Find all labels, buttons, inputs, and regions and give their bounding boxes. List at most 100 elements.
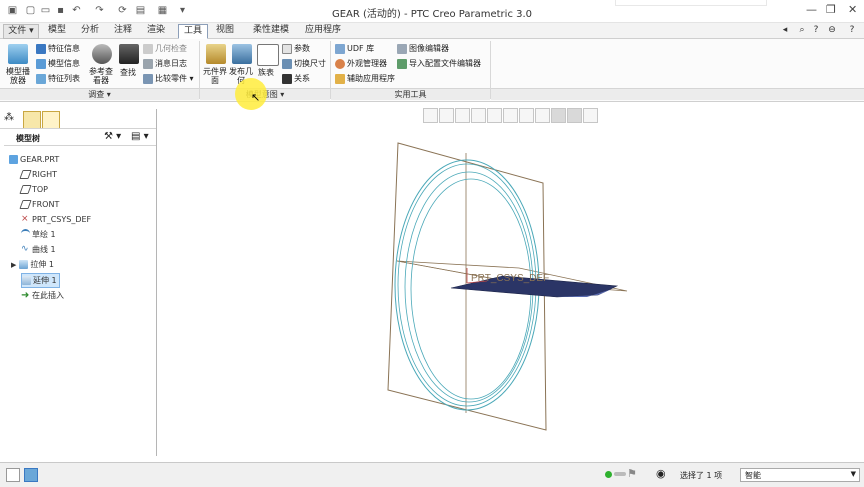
- publish-geometry-icon[interactable]: [232, 44, 252, 64]
- tab-render[interactable]: 渲染: [143, 24, 169, 37]
- annotation-display-icon[interactable]: [567, 108, 582, 123]
- datum-plane-icon: [19, 170, 32, 179]
- tree-item-insert-here[interactable]: ➜ 在此插入: [21, 289, 64, 302]
- model-tree-title: 模型树: [16, 134, 40, 143]
- import-config-editor-button[interactable]: 导入配置文件编辑器: [397, 58, 481, 69]
- binoculars-icon[interactable]: [119, 44, 139, 64]
- geometry-check-button[interactable]: 几何检查: [143, 43, 187, 54]
- tab-model[interactable]: 模型: [44, 24, 70, 37]
- display-icon[interactable]: ◂: [779, 24, 791, 37]
- minimize-icon[interactable]: —: [806, 3, 817, 16]
- tab-view[interactable]: 视图: [212, 24, 238, 37]
- relations-button[interactable]: 关系: [282, 73, 310, 84]
- refit-icon[interactable]: [423, 108, 438, 123]
- tree-item-right[interactable]: RIGHT: [19, 168, 58, 181]
- group-utilities[interactable]: 实用工具: [331, 88, 490, 100]
- perspective-icon[interactable]: [535, 108, 550, 123]
- tree-show-icon[interactable]: ▤ ▾: [131, 131, 149, 142]
- flag-icon[interactable]: ⚑: [627, 467, 637, 480]
- appearance-manager-button[interactable]: 外观管理器: [335, 58, 387, 69]
- find-button[interactable]: 查找: [120, 67, 136, 78]
- group-investigate[interactable]: 调查 ▾: [0, 88, 199, 100]
- button-label: 导入配置文件编辑器: [409, 59, 481, 68]
- tree-item-label: 延伸 1: [33, 276, 57, 285]
- view-manager-icon[interactable]: [519, 108, 534, 123]
- folder-browser-tab-icon[interactable]: [23, 111, 41, 129]
- help-icon[interactable]: ?: [810, 24, 822, 37]
- feature-list-button[interactable]: 特征列表: [36, 73, 80, 84]
- tree-item-top[interactable]: TOP: [19, 183, 48, 196]
- button-label: UDF 库: [347, 44, 375, 53]
- tree-item-prt-csys-def[interactable]: ⨯ PRT_CSYS_DEF: [21, 213, 91, 226]
- chevron-down-icon: ▼: [850, 470, 856, 478]
- model-info-button[interactable]: 模型信息: [36, 58, 80, 69]
- component-interface-button[interactable]: 元件界面: [203, 67, 227, 85]
- graphics-window[interactable]: PRT_CSYS_DEF: [157, 123, 864, 456]
- status-dots-icon: [614, 472, 626, 476]
- appearance-icon: [335, 58, 345, 69]
- model-player-icon[interactable]: [8, 44, 28, 64]
- feature-info-button[interactable]: 特征信息: [36, 43, 80, 54]
- display-style-icon[interactable]: [487, 108, 502, 123]
- tree-item-extend-1[interactable]: 延伸 1: [21, 273, 60, 288]
- image-editor-button[interactable]: 图像编辑器: [397, 43, 449, 54]
- component-interface-icon[interactable]: [206, 44, 226, 64]
- model-player-button[interactable]: 模型播放器: [4, 67, 32, 85]
- show-navigator-icon[interactable]: [6, 468, 20, 482]
- message-log-button[interactable]: 消息日志: [143, 58, 187, 69]
- tree-item-label: 草绘 1: [32, 230, 56, 239]
- spin-center-icon[interactable]: [583, 108, 598, 123]
- restore-icon[interactable]: ❐: [826, 3, 836, 16]
- button-label: 外观管理器: [347, 59, 387, 68]
- ribbon: 模型播放器 特征信息 模型信息 特征列表 参考查看器 查找 几何检查 消息日志 …: [0, 39, 864, 110]
- tree-settings-icon[interactable]: ⚒ ▾: [104, 131, 121, 142]
- tab-annotate[interactable]: 注释: [110, 24, 136, 37]
- switch-dimensions-button[interactable]: 切换尺寸: [282, 58, 326, 69]
- tree-item-label: RIGHT: [32, 170, 58, 179]
- tree-item-curve-1[interactable]: ∿ 曲线 1: [21, 243, 56, 256]
- show-browser-icon[interactable]: [24, 468, 38, 482]
- info-icon: [36, 43, 46, 54]
- tab-file[interactable]: 文件 ▾: [3, 24, 39, 39]
- tab-applications[interactable]: 应用程序: [302, 24, 344, 37]
- close-icon[interactable]: ✕: [848, 3, 857, 16]
- tab-flexible-modeling[interactable]: 柔性建模: [247, 24, 295, 37]
- tree-item-front[interactable]: FRONT: [19, 198, 59, 211]
- auxiliary-app-button[interactable]: 辅助应用程序: [335, 73, 395, 84]
- selection-filter-dropdown[interactable]: 智能 ▼: [740, 468, 860, 482]
- find-binoculars-icon[interactable]: ◉: [656, 467, 666, 480]
- udf-library-button[interactable]: UDF 库: [335, 43, 374, 54]
- parameters-button[interactable]: 参数: [282, 43, 310, 54]
- button-label: 图像编辑器: [409, 44, 449, 53]
- reference-viewer-button[interactable]: 参考查看器: [86, 67, 116, 85]
- button-label: 参数: [294, 44, 310, 53]
- tree-item-label: 曲线 1: [32, 245, 56, 254]
- model-tree-tab-icon[interactable]: ⁂: [4, 112, 18, 126]
- search-icon[interactable]: ⌕: [796, 24, 808, 37]
- tree-item-extrude-1[interactable]: ▶ 拉伸 1: [11, 258, 54, 271]
- regen-status-icon: [605, 471, 612, 478]
- zoom-out-icon[interactable]: [455, 108, 470, 123]
- datum-display-icon[interactable]: [551, 108, 566, 123]
- expand-icon[interactable]: ▶: [11, 261, 16, 269]
- selection-status: 选择了 1 项: [680, 471, 723, 480]
- compare-parts-button[interactable]: 比较零件 ▾: [143, 73, 194, 84]
- family-table-button[interactable]: 族表: [258, 67, 274, 78]
- saved-orientations-icon[interactable]: [503, 108, 518, 123]
- ptc-icon[interactable]: ⊖: [825, 24, 839, 37]
- tab-analysis[interactable]: 分析: [77, 24, 103, 37]
- favorites-tab-icon[interactable]: [42, 111, 60, 129]
- auxiliary-app-icon: [335, 73, 345, 84]
- repaint-icon[interactable]: [471, 108, 486, 123]
- reference-viewer-icon[interactable]: [92, 44, 112, 64]
- view-toolbar: [423, 108, 598, 123]
- datum-plane-icon: [19, 200, 32, 209]
- family-table-icon[interactable]: [257, 44, 279, 66]
- tree-item-sketch-1[interactable]: 草绘 1: [21, 228, 56, 241]
- zoom-in-icon[interactable]: [439, 108, 454, 123]
- tree-item-gear-prt[interactable]: GEAR.PRT: [9, 153, 59, 166]
- part-icon: [9, 155, 18, 164]
- panel-divider: [4, 145, 156, 146]
- help-center-icon[interactable]: ?: [846, 24, 858, 37]
- tab-tools[interactable]: 工具: [178, 24, 208, 39]
